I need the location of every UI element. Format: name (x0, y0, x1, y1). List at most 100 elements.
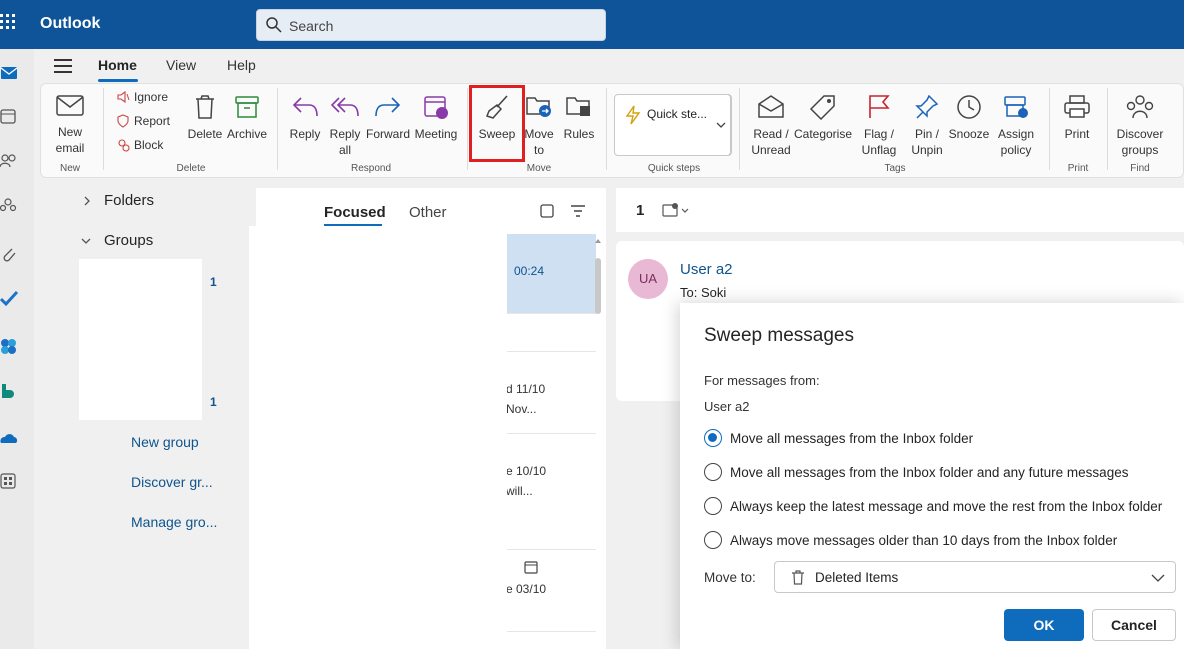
search-input[interactable]: Search (256, 9, 606, 41)
new-email-button[interactable]: New email (47, 94, 93, 156)
filter-icon[interactable] (570, 204, 586, 218)
onedrive-icon[interactable] (0, 429, 20, 449)
ignore-button[interactable]: Ignore (116, 90, 168, 104)
redacted-area (79, 259, 202, 420)
tag-icon (809, 95, 835, 120)
categorise-label: Categorise (793, 127, 853, 141)
separator (739, 88, 740, 170)
message-time: 00:24 (514, 264, 545, 278)
mail-status-icon[interactable] (662, 202, 690, 218)
separator (277, 88, 278, 170)
report-button[interactable]: Report (116, 114, 170, 128)
read-unread-label: Read / Unread (751, 127, 791, 157)
ok-button[interactable]: OK (1004, 609, 1084, 641)
archive-label: Archive (226, 127, 267, 141)
todo-icon[interactable] (0, 289, 20, 309)
meeting-icon (424, 96, 448, 119)
unread-count: 1 (210, 395, 217, 409)
reply-all-button[interactable]: Reply all (325, 94, 365, 158)
pin-unpin-label: Pin / Unpin (911, 127, 943, 157)
envelope-open-icon (758, 95, 784, 118)
select-checkbox-icon[interactable] (540, 204, 554, 218)
viva-icon[interactable] (0, 337, 20, 357)
print-button[interactable]: Print (1055, 94, 1099, 142)
radio-button[interactable] (704, 429, 722, 447)
message-time: d 11/10 (506, 382, 546, 396)
mail-icon (56, 95, 84, 116)
mail-icon[interactable] (0, 63, 20, 83)
manage-groups-link[interactable]: Manage gro... (131, 514, 217, 530)
forward-button[interactable]: Forward (365, 94, 411, 142)
option-older-than[interactable]: Always move messages older than 10 days … (704, 531, 1117, 549)
attachment-icon[interactable] (0, 245, 20, 265)
calendar-icon[interactable] (0, 107, 20, 127)
more-apps-icon[interactable] (0, 473, 20, 493)
radio-button[interactable] (704, 463, 722, 481)
move-to-label: Move to (524, 127, 554, 157)
rules-button[interactable]: Rules (559, 94, 599, 142)
printer-icon (1064, 95, 1090, 118)
delete-button[interactable]: Delete (185, 94, 225, 142)
tab-view[interactable]: View (166, 57, 196, 73)
discover-groups-button[interactable]: Discover groups (1113, 94, 1167, 158)
quick-steps-expand-button[interactable] (713, 94, 731, 156)
bookings-icon[interactable] (0, 382, 20, 402)
app-title: Outlook (40, 15, 101, 32)
snooze-button[interactable]: Snooze (947, 94, 991, 142)
categorise-button[interactable]: Categorise (793, 94, 853, 142)
quick-steps-label: Quick ste... (647, 107, 708, 121)
menu-icon[interactable] (54, 59, 72, 73)
tab-help[interactable]: Help (227, 57, 256, 73)
chevron-down-icon (1151, 574, 1165, 582)
for-messages-label: For messages from: (704, 373, 820, 388)
cancel-button[interactable]: Cancel (1092, 609, 1176, 641)
reply-button[interactable]: Reply (285, 94, 325, 142)
assign-policy-button[interactable]: Assign policy (991, 94, 1041, 158)
ignore-label: Ignore (134, 90, 169, 104)
separator (606, 88, 607, 170)
tab-focused[interactable]: Focused (324, 204, 386, 221)
move-to-select[interactable]: Deleted Items (774, 561, 1176, 593)
sender-name[interactable]: User a2 (680, 261, 733, 278)
forward-label: Forward (365, 127, 410, 141)
block-button[interactable]: Block (116, 138, 163, 152)
search-icon (266, 17, 282, 33)
group-label-new: New (59, 163, 80, 174)
meeting-button[interactable]: Meeting (411, 94, 461, 142)
message-snippet: will... (506, 484, 533, 498)
groups-node[interactable]: Groups (80, 232, 153, 249)
flag-unflag-button[interactable]: Flag / Unflag (853, 94, 905, 158)
app-launcher-icon[interactable] (0, 14, 18, 34)
group-label-find: Find (1130, 163, 1150, 174)
option-move-all-future[interactable]: Move all messages from the Inbox folder … (704, 463, 1128, 481)
option-label: Always keep the latest message and move … (730, 498, 1163, 514)
print-label: Print (1064, 127, 1090, 141)
ribbon-tabs: Home View Help (34, 49, 1184, 83)
people-icon[interactable] (0, 151, 20, 171)
group-label-print: Print (1067, 163, 1089, 174)
groups-icon[interactable] (0, 197, 20, 217)
radio-button[interactable] (704, 531, 722, 549)
option-keep-latest[interactable]: Always keep the latest message and move … (704, 497, 1162, 515)
ignore-icon (117, 90, 130, 104)
move-to-button[interactable]: Move to (519, 94, 559, 158)
read-unread-button[interactable]: Read / Unread (745, 94, 797, 158)
list-scrollbar[interactable] (594, 238, 602, 649)
tab-home[interactable]: Home (98, 57, 137, 73)
radio-button[interactable] (704, 497, 722, 515)
move-folder-icon (526, 97, 551, 117)
rules-label: Rules (563, 127, 595, 141)
recipient-line: To: Soki (680, 285, 727, 300)
shield-icon (117, 114, 129, 128)
delete-label: Delete (187, 127, 223, 141)
pin-unpin-button[interactable]: Pin / Unpin (905, 94, 949, 158)
unread-count: 1 (210, 275, 217, 289)
separator (467, 88, 468, 170)
tab-other[interactable]: Other (409, 204, 447, 221)
folders-node[interactable]: Folders (82, 192, 154, 209)
discover-groups-link[interactable]: Discover gr... (131, 474, 213, 490)
option-move-all[interactable]: Move all messages from the Inbox folder (704, 429, 973, 447)
scrollbar-thumb[interactable] (595, 258, 601, 314)
archive-button[interactable]: Archive (225, 94, 269, 142)
new-group-link[interactable]: New group (131, 434, 199, 450)
